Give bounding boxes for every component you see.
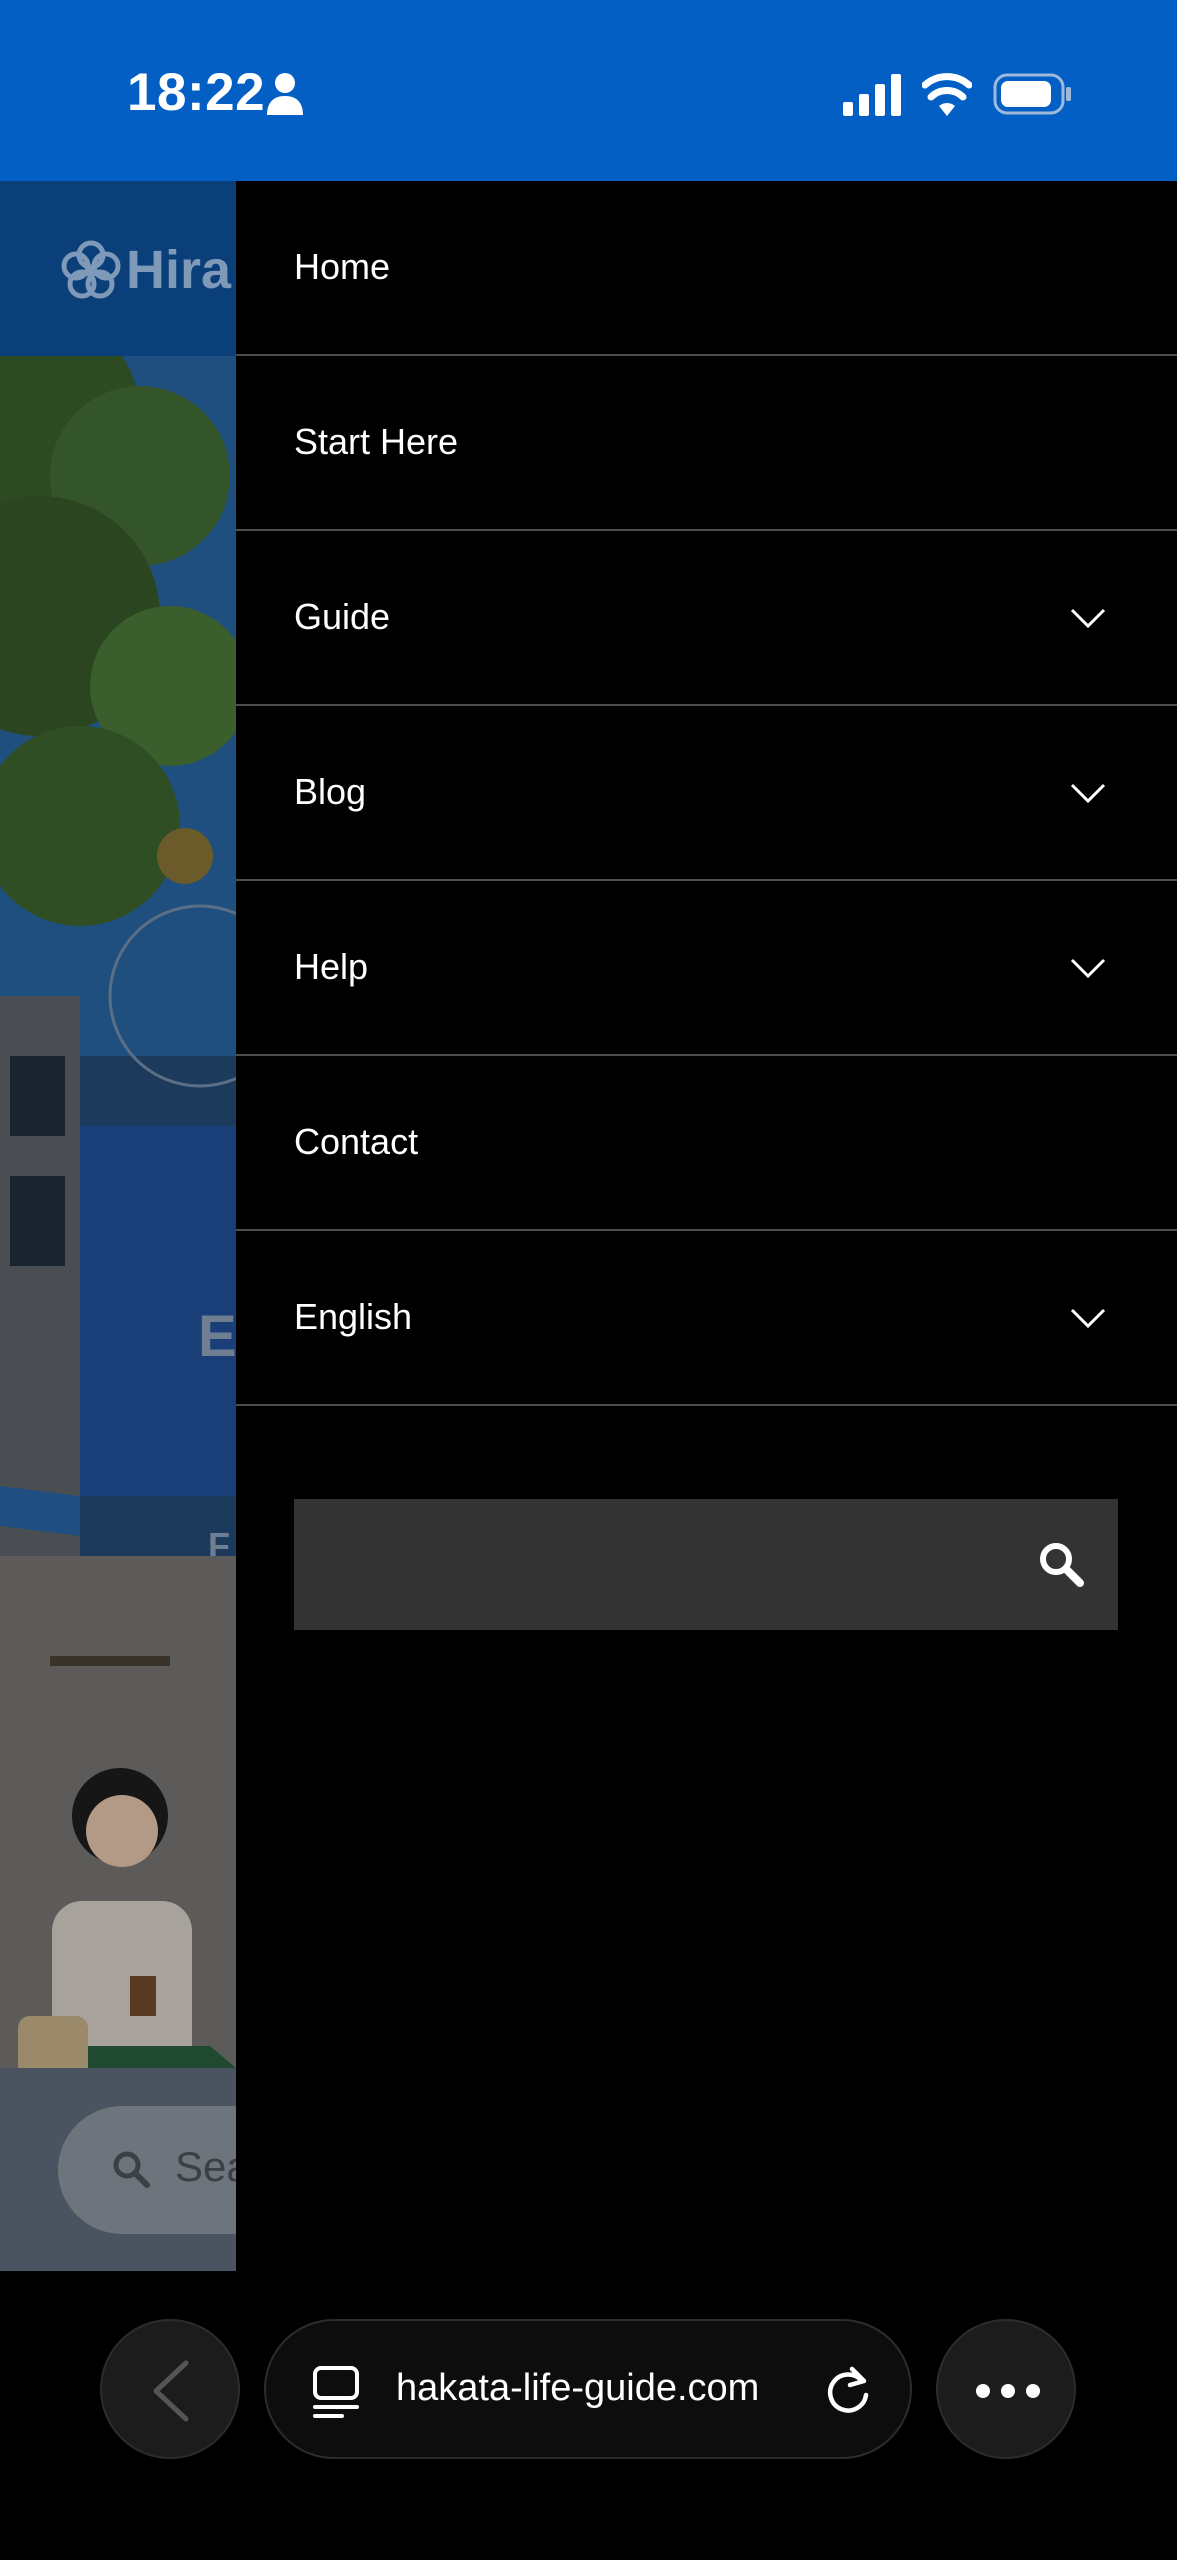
navigation-drawer: Home Start Here Guide Blog Help Contact … xyxy=(236,181,1177,2271)
search-icon[interactable] xyxy=(1038,1541,1084,1587)
menu-item-label: Contact xyxy=(294,1121,419,1162)
reload-icon[interactable] xyxy=(822,2365,874,2417)
menu-item-contact[interactable]: Contact xyxy=(236,1056,1177,1231)
status-bar: 18:22 xyxy=(0,0,1177,181)
menu-item-language[interactable]: English xyxy=(236,1231,1177,1406)
hero-text-1: E xyxy=(198,1304,236,1369)
background-search-icon xyxy=(113,2151,150,2188)
chevron-down-icon[interactable] xyxy=(1070,607,1106,629)
menu-item-label: Blog xyxy=(294,771,367,812)
status-time: 18:22 xyxy=(127,63,266,122)
flower-logo-icon xyxy=(61,240,121,299)
chevron-down-icon[interactable] xyxy=(1070,1307,1106,1329)
chevron-down-icon[interactable] xyxy=(1070,782,1106,804)
menu-item-help[interactable]: Help xyxy=(236,881,1177,1056)
more-options-button[interactable] xyxy=(936,2319,1076,2459)
hero-image: E F xyxy=(0,356,236,2068)
drawer-search-box xyxy=(294,1499,1118,1630)
back-button[interactable] xyxy=(100,2319,240,2459)
back-icon xyxy=(153,2360,189,2422)
menu-item-label: English xyxy=(294,1296,413,1337)
menu-item-blog[interactable]: Blog xyxy=(236,706,1177,881)
address-bar[interactable]: hakata-life-guide.com xyxy=(264,2319,912,2459)
menu-item-label: Home xyxy=(294,246,391,287)
menu-item-label: Start Here xyxy=(294,421,459,462)
battery-icon xyxy=(993,73,1071,115)
chevron-down-icon[interactable] xyxy=(1070,957,1106,979)
tabs-icon[interactable] xyxy=(312,2365,360,2419)
site-logo-text: Hira xyxy=(126,240,232,300)
menu-item-start-here[interactable]: Start Here xyxy=(236,356,1177,531)
url-text[interactable]: hakata-life-guide.com xyxy=(396,2367,796,2410)
menu-item-label: Help xyxy=(294,946,369,987)
wifi-icon xyxy=(922,73,972,116)
hero-illustration: E F xyxy=(0,356,236,2068)
site-header: Hira xyxy=(0,181,236,356)
more-icon xyxy=(976,2384,1040,2398)
background-page: Hira E F xyxy=(0,181,236,2271)
menu-item-guide[interactable]: Guide xyxy=(236,531,1177,706)
menu-item-home[interactable]: Home xyxy=(236,181,1177,356)
cellular-signal-icon xyxy=(843,74,901,116)
drawer-search-input[interactable] xyxy=(294,1499,994,1630)
browser-toolbar: hakata-life-guide.com xyxy=(0,2271,1177,2560)
menu-item-label: Guide xyxy=(294,596,391,637)
person-icon xyxy=(267,73,303,115)
